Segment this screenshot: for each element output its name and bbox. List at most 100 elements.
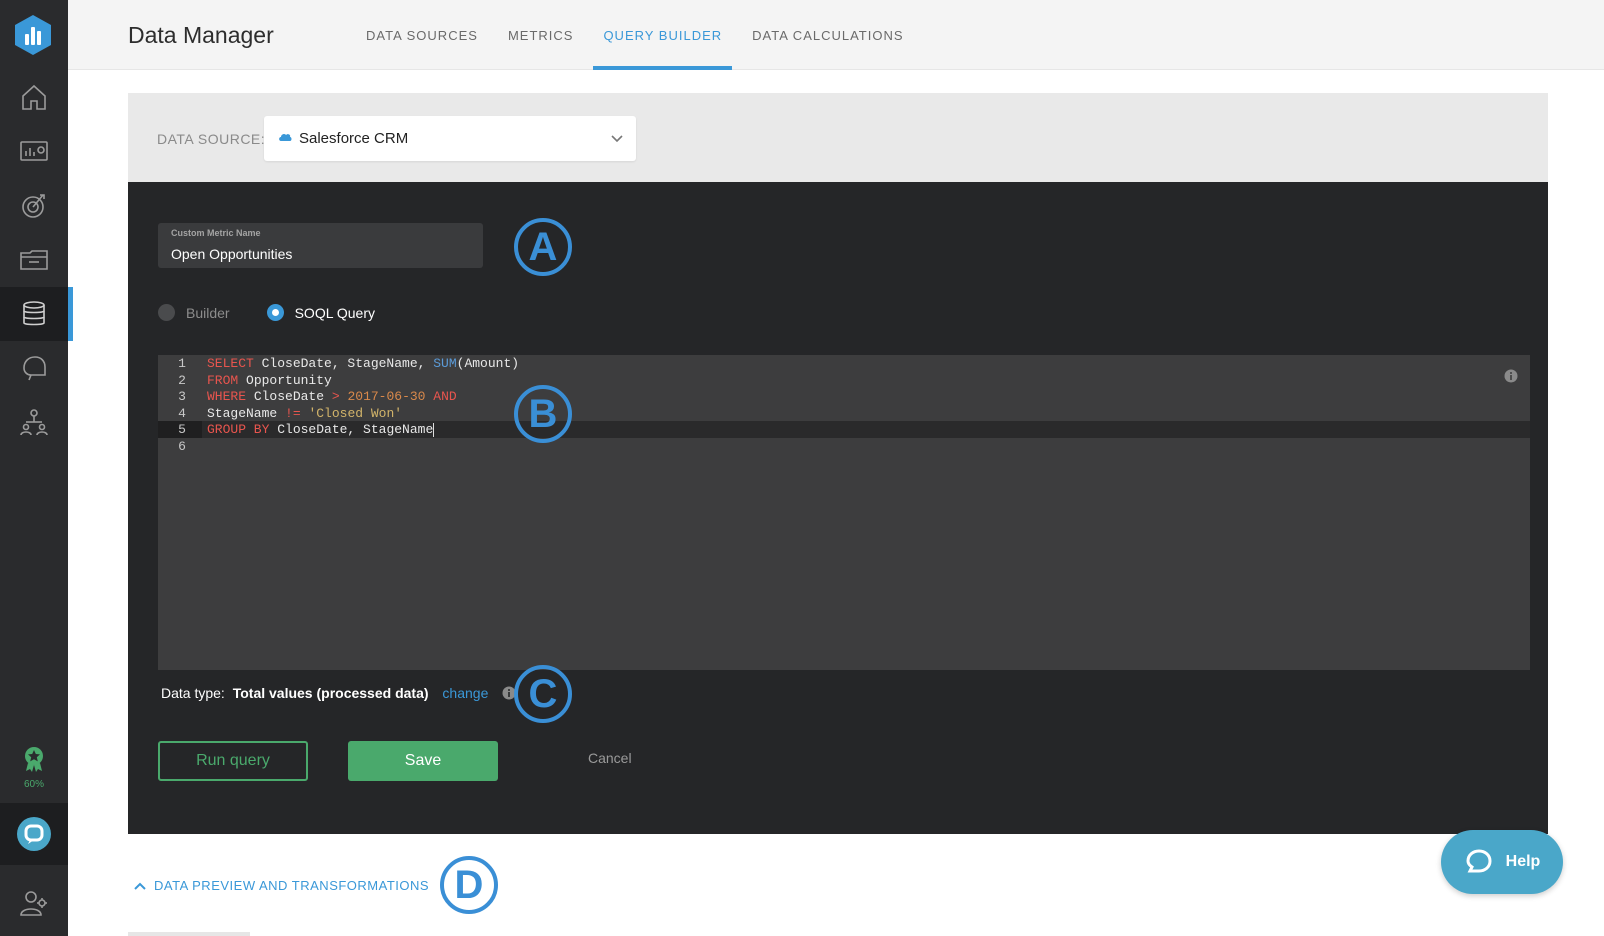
team-icon (20, 409, 48, 436)
cancel-button[interactable]: Cancel (588, 750, 632, 766)
help-button[interactable]: Help (1441, 830, 1563, 894)
chat-icon (17, 817, 51, 851)
code-token: CloseDate (246, 389, 332, 404)
code-text: StageName != 'Closed Won' (207, 405, 402, 422)
custom-metric-name-field[interactable]: Custom Metric Name Open Opportunities (158, 223, 483, 268)
app-root: 60% Data Manager DATA SOURCES METRICS QU… (0, 0, 1604, 936)
annotation-marker-a: A (514, 218, 572, 276)
award-icon (25, 747, 43, 772)
radio-builder-label: Builder (186, 304, 230, 321)
data-source-select[interactable]: Salesforce CRM (264, 116, 636, 161)
save-button[interactable]: Save (348, 741, 498, 781)
sidebar-item-folders[interactable] (0, 232, 68, 286)
radio-soql-query[interactable]: SOQL Query (266, 304, 375, 321)
chevron-down-icon (611, 135, 623, 143)
code-token: != (285, 405, 301, 421)
line-number: 2 (178, 372, 186, 388)
tab-data-sources[interactable]: DATA SOURCES (356, 0, 488, 70)
query-editor-panel: Custom Metric Name Open Opportunities A … (128, 182, 1548, 834)
custom-metric-name-value: Open Opportunities (171, 246, 293, 262)
data-source-label: DATA SOURCE: (157, 131, 266, 147)
code-line[interactable]: 5 GROUP BY CloseDate, StageName (158, 421, 1530, 438)
code-token: GROUP BY (207, 422, 270, 437)
data-source-value: Salesforce CRM (299, 130, 409, 147)
code-token: SUM (433, 356, 457, 371)
code-token: Opportunity (238, 372, 332, 388)
preview-tab-divider (128, 932, 250, 936)
onboarding-progress-badge[interactable]: 60% (0, 746, 68, 794)
chat-button[interactable] (0, 803, 68, 865)
sidebar-item-team[interactable] (0, 395, 68, 449)
data-type-change-link[interactable]: change (442, 685, 488, 701)
line-number: 6 (178, 438, 186, 454)
help-chat-icon (1466, 849, 1492, 873)
progress-percent: 60% (23, 779, 44, 790)
sidebar-item-dashboards[interactable] (0, 124, 68, 178)
user-profile-button[interactable] (0, 878, 68, 928)
line-number: 4 (178, 405, 186, 421)
code-token: WHERE (207, 389, 247, 404)
code-token: (Amount) (456, 356, 520, 371)
tab-metrics[interactable]: METRICS (498, 0, 584, 70)
radio-builder-dot (158, 304, 175, 321)
code-line[interactable]: 4 StageName != 'Closed Won' (158, 405, 1530, 422)
help-label: Help (1505, 853, 1541, 870)
soql-code-editor[interactable]: 1 SELECT CloseDate, StageName, SUM(Amount… (158, 355, 1530, 670)
query-mode-radio-group: Builder SOQL Query (158, 304, 412, 321)
run-query-button[interactable]: Run query (158, 741, 308, 781)
data-preview-label: DATA PREVIEW AND TRANSFORMATIONS (154, 878, 430, 893)
code-text: SELECT CloseDate, StageName, SUM(Amount) (207, 355, 519, 372)
alerts-icon (23, 356, 46, 381)
code-line[interactable]: 3 WHERE CloseDate > 2017-06-30 AND (158, 388, 1530, 405)
code-token: CloseDate, StageName (269, 422, 434, 437)
code-token: FROM (207, 372, 239, 388)
radio-soql-dot (266, 304, 284, 321)
code-token: StageName (207, 405, 286, 421)
dashboard-icon (20, 141, 48, 161)
code-line[interactable]: 6 (158, 438, 1530, 455)
code-token: SELECT (207, 356, 254, 371)
custom-metric-name-label: Custom Metric Name (171, 228, 261, 238)
folder-icon (20, 250, 48, 270)
data-preview-toggle[interactable]: DATA PREVIEW AND TRANSFORMATIONS (134, 878, 429, 893)
tab-query-builder[interactable]: QUERY BUILDER (593, 0, 732, 70)
code-line[interactable]: 2 FROM Opportunity (158, 372, 1530, 389)
line-number: 5 (158, 421, 202, 438)
sidebar: 60% (0, 0, 73, 936)
salesforce-cloud-icon (279, 133, 292, 141)
code-text: FROM Opportunity (207, 372, 332, 389)
database-icon (23, 301, 45, 326)
code-text: GROUP BY CloseDate, StageName (207, 421, 435, 438)
sidebar-item-alerts[interactable] (0, 341, 68, 395)
radio-soql-label: SOQL Query (294, 304, 375, 321)
page-title: Data Manager (128, 22, 274, 48)
annotation-marker-c: C (514, 665, 572, 723)
line-number: 1 (178, 356, 186, 371)
annotation-marker-d: D (440, 856, 498, 914)
top-header: Data Manager DATA SOURCES METRICS QUERY … (68, 0, 1604, 70)
line-number: 3 (178, 389, 186, 404)
app-logo-icon[interactable] (13, 14, 53, 56)
radio-builder[interactable]: Builder (158, 304, 230, 321)
data-type-label: Data type: (161, 685, 225, 701)
tab-data-calculations[interactable]: DATA CALCULATIONS (742, 0, 913, 70)
goals-icon (22, 194, 45, 218)
code-text: WHERE CloseDate > 2017-06-30 AND (207, 388, 457, 405)
sidebar-item-data-manager[interactable] (0, 287, 73, 341)
code-token: AND (433, 389, 457, 404)
code-token: 2017-06-30 (347, 389, 426, 404)
sidebar-item-goals[interactable] (0, 178, 68, 232)
user-settings-icon (20, 891, 47, 916)
code-line[interactable]: 1 SELECT CloseDate, StageName, SUM(Amount… (158, 355, 1530, 372)
annotation-marker-b: B (514, 385, 572, 443)
code-token: 'Closed Won' (308, 405, 403, 421)
data-type-row: Data type: Total values (processed data)… (161, 685, 516, 703)
sidebar-item-home[interactable] (0, 70, 68, 124)
data-type-value: Total values (processed data) (232, 685, 429, 701)
home-icon (22, 84, 46, 110)
main-tabs: DATA SOURCES METRICS QUERY BUILDER DATA … (356, 0, 924, 70)
code-token: > (331, 389, 340, 404)
code-token: CloseDate, StageName, (253, 356, 434, 371)
chevron-up-icon (134, 882, 146, 890)
data-source-bar: DATA SOURCE: Salesforce CRM (128, 93, 1548, 182)
